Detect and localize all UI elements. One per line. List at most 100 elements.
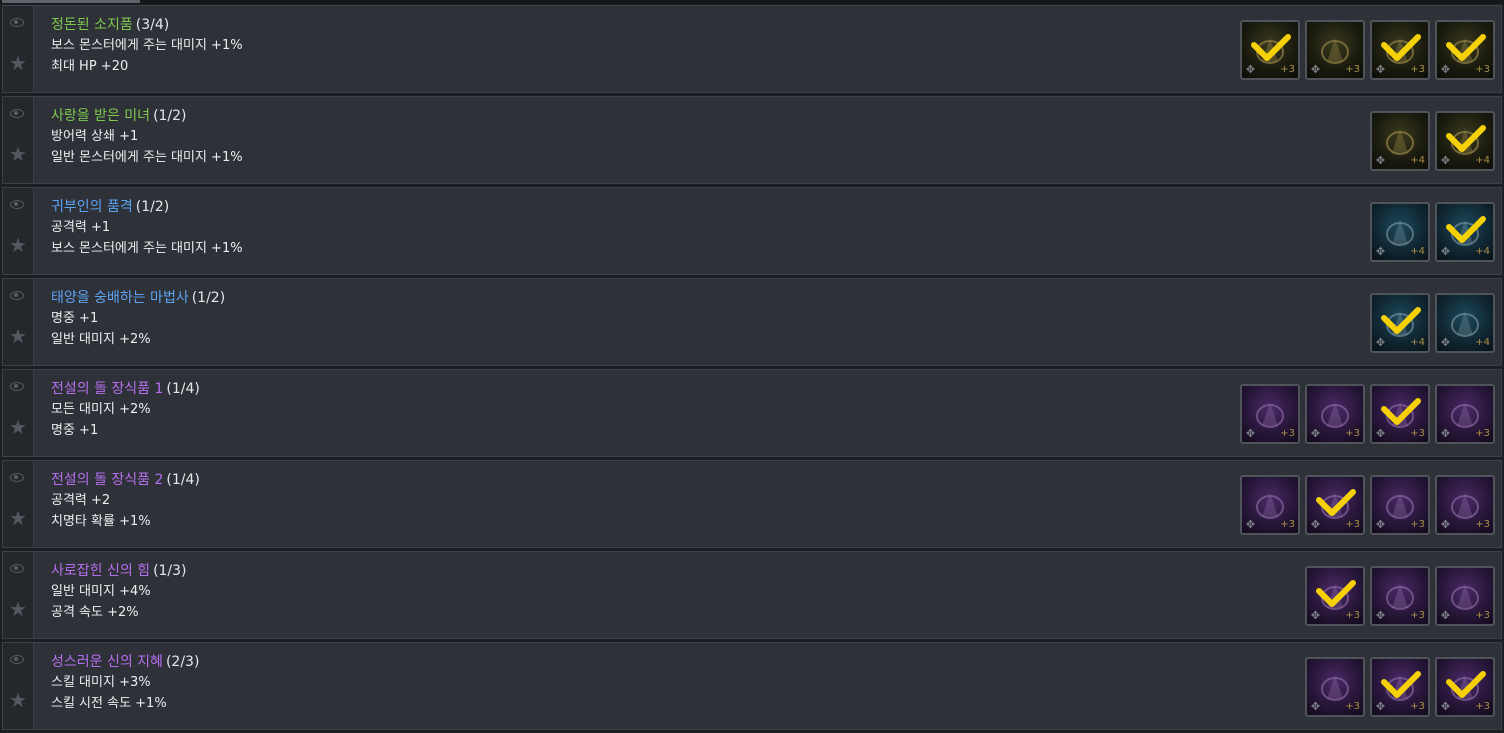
move-icon: ✥ xyxy=(1440,154,1451,167)
star-icon[interactable]: ★ xyxy=(7,52,29,74)
check-icon xyxy=(1446,125,1486,152)
move-icon: ✥ xyxy=(1440,245,1451,258)
item-level: +3 xyxy=(1345,428,1360,439)
collection-set-row[interactable]: ★ 전설의 돌 장식품 1 (1/4) 모든 대미지 +2% 명중 +1 ✥ +3 ✥ +3 ✥ +… xyxy=(2,369,1502,457)
star-icon[interactable]: ★ xyxy=(7,689,29,711)
set-info: 귀부인의 품격 (1/2) 공격력 +1 보스 몬스터에게 주는 대미지 +1% xyxy=(51,197,243,259)
item-slots: ✥ +4 ✥ +4 xyxy=(1370,293,1495,353)
collection-set-row[interactable]: ★ 사랑을 받은 미녀 (1/2) 방어력 상쇄 +1 일반 몬스터에게 주는 대미지 … xyxy=(2,96,1502,184)
item-slot[interactable]: ✥ +3 xyxy=(1370,475,1430,535)
move-icon: ✥ xyxy=(1310,427,1321,440)
star-icon[interactable]: ★ xyxy=(7,507,29,529)
eye-icon[interactable] xyxy=(10,564,24,573)
item-level: +3 xyxy=(1475,701,1490,712)
set-info: 사랑을 받은 미녀 (1/2) 방어력 상쇄 +1 일반 몬스터에게 주는 대미지 +… xyxy=(51,106,243,168)
item-slot[interactable]: ✥ +4 xyxy=(1435,111,1495,171)
item-slot[interactable]: ✥ +3 xyxy=(1435,475,1495,535)
item-slot[interactable]: ✥ +4 xyxy=(1370,111,1430,171)
item-slot[interactable]: ✥ +3 xyxy=(1305,566,1365,626)
set-name: 귀부인의 품격 xyxy=(51,199,133,215)
row-side-panel: ★ xyxy=(3,643,34,729)
collection-set-row[interactable]: ★ 성스러운 신의 지혜 (2/3) 스킬 대미지 +3% 스킬 시전 속도 +1% ✥ +… xyxy=(2,642,1502,730)
eye-icon[interactable] xyxy=(10,291,24,300)
item-slot[interactable]: ✥ +3 xyxy=(1370,657,1430,717)
check-icon xyxy=(1381,398,1421,425)
star-icon[interactable]: ★ xyxy=(7,416,29,438)
item-slot[interactable]: ✥ +4 xyxy=(1370,293,1430,353)
star-icon[interactable]: ★ xyxy=(7,598,29,620)
item-level: +3 xyxy=(1475,64,1490,75)
eye-icon[interactable] xyxy=(10,109,24,118)
item-level: +3 xyxy=(1410,701,1425,712)
check-icon xyxy=(1446,671,1486,698)
item-slot[interactable]: ✥ +3 xyxy=(1435,20,1495,80)
item-level: +3 xyxy=(1410,610,1425,621)
row-side-panel: ★ xyxy=(3,552,34,638)
item-slot[interactable]: ✥ +4 xyxy=(1435,202,1495,262)
collection-set-row[interactable]: ★ 정돈된 소지품 (3/4) 보스 몬스터에게 주는 대미지 +1% 최대 HP +2… xyxy=(2,5,1502,93)
star-icon[interactable]: ★ xyxy=(7,325,29,347)
eye-icon[interactable] xyxy=(10,200,24,209)
item-slot[interactable]: ✥ +3 xyxy=(1435,566,1495,626)
set-name: 사랑을 받은 미녀 xyxy=(51,108,151,124)
set-title: 태양을 숭배하는 마법사 (1/2) xyxy=(51,288,225,308)
star-icon[interactable]: ★ xyxy=(7,234,29,256)
item-slot[interactable]: ✥ +3 xyxy=(1305,475,1365,535)
set-title: 정돈된 소지품 (3/4) xyxy=(51,15,243,35)
set-effect: 일반 대미지 +2% xyxy=(51,332,151,347)
set-info: 전설의 돌 장식품 1 (1/4) 모든 대미지 +2% 명중 +1 xyxy=(51,379,200,441)
item-slot[interactable]: ✥ +3 xyxy=(1370,384,1430,444)
eye-icon[interactable] xyxy=(10,473,24,482)
item-slot[interactable]: ✥ +3 xyxy=(1305,20,1365,80)
item-level: +3 xyxy=(1280,428,1295,439)
eye-icon[interactable] xyxy=(10,382,24,391)
eye-icon[interactable] xyxy=(10,18,24,27)
move-icon: ✥ xyxy=(1310,700,1321,713)
collection-set-list: ★ 정돈된 소지품 (3/4) 보스 몬스터에게 주는 대미지 +1% 최대 HP +2… xyxy=(2,5,1502,733)
item-slots: ✥ +3 ✥ +3 ✥ +3 ✥ +3 xyxy=(1240,475,1495,535)
check-icon xyxy=(1381,34,1421,61)
item-slot[interactable]: ✥ +3 xyxy=(1435,657,1495,717)
check-icon xyxy=(1381,671,1421,698)
collection-set-row[interactable]: ★ 태양을 숭배하는 마법사 (1/2) 명중 +1 일반 대미지 +2% ✥ +4 ✥ +4 xyxy=(2,278,1502,366)
move-icon: ✥ xyxy=(1375,700,1386,713)
set-effect: 보스 몬스터에게 주는 대미지 +1% xyxy=(51,38,243,53)
item-slot[interactable]: ✥ +3 xyxy=(1370,20,1430,80)
item-level: +4 xyxy=(1475,246,1490,257)
item-slot[interactable]: ✥ +4 xyxy=(1370,202,1430,262)
collection-set-row[interactable]: ★ 귀부인의 품격 (1/2) 공격력 +1 보스 몬스터에게 주는 대미지 +1% ✥ +… xyxy=(2,187,1502,275)
set-title: 사로잡힌 신의 힘 (1/3) xyxy=(51,561,187,581)
item-level: +3 xyxy=(1410,519,1425,530)
set-effect: 스킬 시전 속도 +1% xyxy=(51,696,167,711)
item-level: +3 xyxy=(1345,701,1360,712)
item-slot[interactable]: ✥ +4 xyxy=(1435,293,1495,353)
item-slot[interactable]: ✥ +3 xyxy=(1240,475,1300,535)
set-title: 귀부인의 품격 (1/2) xyxy=(51,197,243,217)
set-effect: 명중 +1 xyxy=(51,423,99,438)
item-slot[interactable]: ✥ +3 xyxy=(1435,384,1495,444)
item-slot[interactable]: ✥ +3 xyxy=(1240,20,1300,80)
check-icon xyxy=(1446,216,1486,243)
set-progress: (1/2) xyxy=(191,290,226,306)
item-level: +3 xyxy=(1345,610,1360,621)
item-level: +4 xyxy=(1475,155,1490,166)
star-icon[interactable]: ★ xyxy=(7,143,29,165)
set-progress: (1/2) xyxy=(135,199,170,215)
item-level: +3 xyxy=(1280,64,1295,75)
item-slot[interactable]: ✥ +3 xyxy=(1370,566,1430,626)
item-level: +3 xyxy=(1475,428,1490,439)
set-info: 사로잡힌 신의 힘 (1/3) 일반 대미지 +4% 공격 속도 +2% xyxy=(51,561,187,623)
set-progress: (1/4) xyxy=(166,472,200,488)
set-effect: 일반 몬스터에게 주는 대미지 +1% xyxy=(51,150,243,165)
eye-icon[interactable] xyxy=(10,655,24,664)
item-slot[interactable]: ✥ +3 xyxy=(1305,384,1365,444)
collection-set-row[interactable]: ★ 전설의 돌 장식품 2 (1/4) 공격력 +2 치명타 확률 +1% ✥ +3 ✥ +3 ✥… xyxy=(2,460,1502,548)
move-icon: ✥ xyxy=(1375,427,1386,440)
collection-set-row[interactable]: ★ 사로잡힌 신의 힘 (1/3) 일반 대미지 +4% 공격 속도 +2% ✥ +3 ✥ +3… xyxy=(2,551,1502,639)
item-slot[interactable]: ✥ +3 xyxy=(1240,384,1300,444)
item-level: +3 xyxy=(1475,519,1490,530)
move-icon: ✥ xyxy=(1310,609,1321,622)
item-slot[interactable]: ✥ +3 xyxy=(1305,657,1365,717)
set-name: 사로잡힌 신의 힘 xyxy=(51,563,151,579)
move-icon: ✥ xyxy=(1440,700,1451,713)
